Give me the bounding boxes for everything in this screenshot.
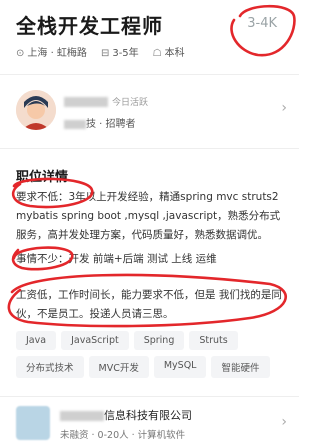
note-paragraph: 工资低，工作时间长，能力要求不低，但是 我们找的是同伙，不是员工。投递人员请三思… (16, 289, 282, 320)
chevron-right-icon: › (281, 414, 287, 430)
blurred-company (64, 119, 86, 129)
location-icon: ⊙ (16, 48, 25, 59)
chevron-right-icon: › (281, 100, 287, 116)
tag[interactable]: JavaScript (61, 331, 129, 350)
company-info: 未融资 · 0-20人 · 计算机软件 (60, 430, 186, 441)
recruiter-role: 技 · 招聘者 (64, 115, 136, 130)
recruiter-card[interactable]: 今日活跃 技 · 招聘者 › (0, 80, 299, 140)
requirements-paragraph: 要求不低：3年以上开发经验，精通spring mvc struts2 mybat… (16, 191, 281, 241)
divider (0, 148, 299, 149)
briefcase-icon: ⊟ (100, 48, 110, 59)
tag[interactable]: MVC开发 (88, 356, 149, 378)
company-card[interactable]: 信息科技有限公司 未融资 · 0-20人 · 计算机软件 › (0, 398, 299, 448)
company-logo (16, 406, 50, 440)
recruiter-name: 今日活跃 (64, 95, 148, 108)
duties-paragraph: 事情不少：开发 前端+后端 测试 上线 运维 (16, 253, 217, 265)
avatar (16, 90, 56, 130)
tag[interactable]: Struts (189, 331, 238, 350)
salary: 3-4K (247, 16, 277, 31)
company-name: 信息科技有限公司 (60, 407, 192, 423)
job-education: ☖ 本科 (152, 48, 185, 59)
section-title: 职位详情 (16, 170, 69, 185)
avatar-illustration-icon (16, 90, 56, 130)
tag[interactable]: Java (16, 331, 57, 350)
graduation-cap-icon: ☖ (152, 48, 162, 59)
job-meta: ⊙ 上海 · 虹梅路 ⊟ 3-5年 ☖ 本科 (16, 44, 185, 59)
tag[interactable]: 智能硬件 (211, 356, 270, 378)
job-title: 全栈开发工程师 (16, 14, 163, 38)
job-experience: ⊟ 3-5年 (100, 48, 139, 59)
job-location: ⊙ 上海 · 虹梅路 (16, 48, 87, 59)
tag-list: Java JavaScript Spring Struts 分布式技术 MVC开… (16, 331, 292, 378)
divider (0, 396, 299, 397)
tag[interactable]: Spring (133, 331, 185, 350)
divider (0, 74, 299, 75)
tag[interactable]: 分布式技术 (16, 356, 84, 378)
tag[interactable]: MySQL (153, 356, 207, 378)
blurred-name (64, 97, 108, 107)
blurred-company-name (60, 411, 104, 421)
